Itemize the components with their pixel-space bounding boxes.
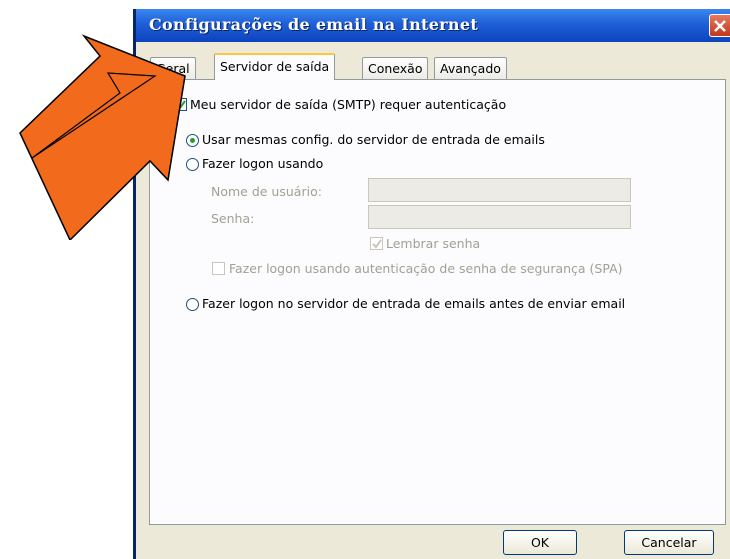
spa-checkbox[interactable] (212, 262, 225, 275)
remember-password-label: Lembrar senha (386, 236, 481, 251)
logon-before-send-label: Fazer logon no servidor de entrada de em… (202, 296, 626, 311)
tab-conexao[interactable]: Conexão (362, 57, 429, 79)
remember-password-checkbox[interactable] (370, 237, 383, 250)
password-field[interactable] (368, 205, 631, 229)
email-settings-dialog: Configurações de email na Internet Geral… (133, 9, 730, 559)
annotation-arrow (19, 34, 186, 240)
same-settings-label: Usar mesmas config. do servidor de entra… (202, 132, 545, 147)
ok-button[interactable]: OK (503, 530, 577, 555)
cancel-button[interactable]: Cancelar (624, 530, 714, 555)
spa-label: Fazer logon usando autenticação de senha… (229, 261, 623, 276)
close-icon[interactable] (709, 14, 730, 37)
username-field[interactable] (368, 178, 631, 202)
outgoing-server-panel: Meu servidor de saída (SMTP) requer aute… (149, 79, 726, 525)
logon-using-label: Fazer logon usando (202, 156, 324, 171)
tab-servidor-de-saida[interactable]: Servidor de saída (214, 53, 336, 80)
tab-avancado[interactable]: Avançado (434, 57, 507, 79)
password-label: Senha: (211, 211, 255, 226)
username-label: Nome de usuário: (211, 184, 322, 199)
title-bar: Configurações de email na Internet (136, 9, 730, 42)
logon-before-send-radio[interactable] (186, 298, 199, 311)
smtp-auth-label: Meu servidor de saída (SMTP) requer aute… (190, 97, 507, 112)
